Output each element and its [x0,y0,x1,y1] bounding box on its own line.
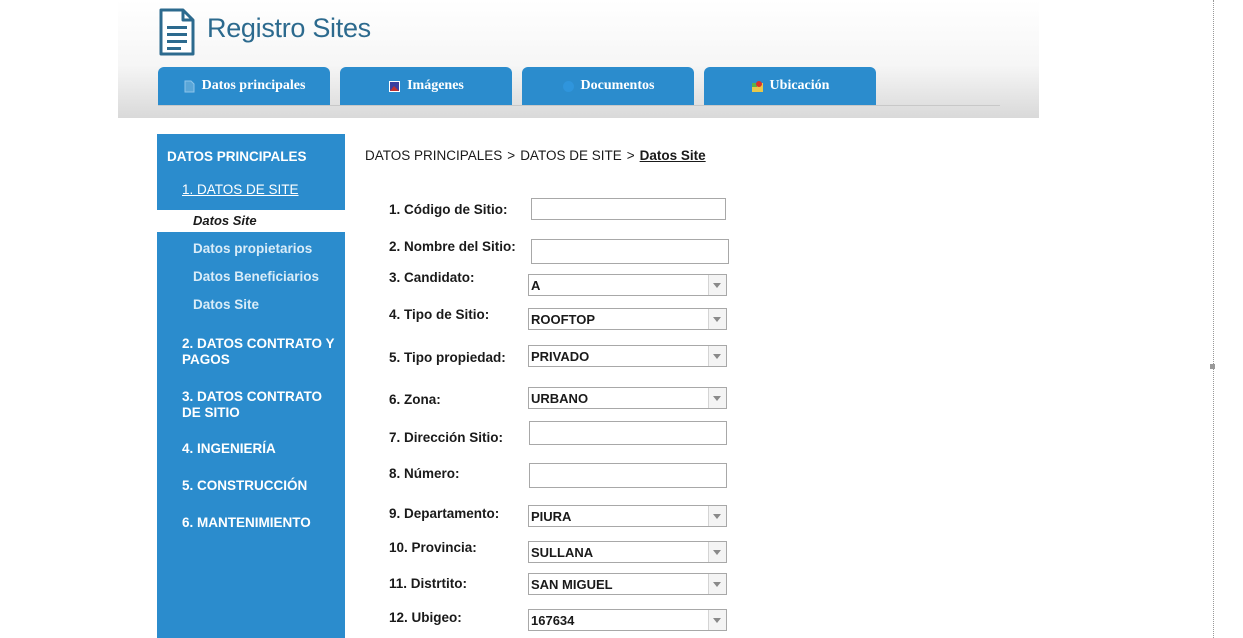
folder-icon [562,80,574,92]
select-value: 167634 [531,613,575,628]
sidebar-section-contrato-sitio[interactable]: 3. DATOS CONTRATO DE SITIO [182,389,337,421]
sidebar-section-datos-de-site[interactable]: 1. DATOS DE SITE [182,182,299,197]
tab-label: Imágenes [407,78,464,93]
select-value: URBANO [531,391,589,406]
tab-imagenes[interactable]: Imágenes [340,67,512,105]
sidebar-section-contrato-pagos[interactable]: 2. DATOS CONTRATO Y PAGOS [182,336,337,368]
image-icon [389,80,401,92]
chevron-down-icon [708,574,726,594]
tab-label: Documentos [580,78,655,93]
breadcrumb-separator: > [626,148,635,163]
chevron-down-icon [708,388,726,408]
breadcrumb-item[interactable]: DATOS DE SITE [520,148,622,163]
select-distrito[interactable]: SAN MIGUEL [528,573,727,595]
sidebar-item-datos-propietarios[interactable]: Datos propietarios [193,241,312,256]
chevron-down-icon [708,610,726,630]
select-tipo-propiedad[interactable]: PRIVADO [528,345,727,367]
select-value: A [531,278,541,293]
sidebar-section-ingenieria[interactable]: 4. INGENIERÍA [182,441,337,457]
select-candidato[interactable]: A [528,274,727,296]
page-edge-guide [1213,0,1214,638]
input-codigo-sitio[interactable] [531,198,726,220]
chevron-down-icon [708,275,726,295]
resize-handle[interactable] [1210,364,1215,369]
select-value: SULLANA [531,545,594,560]
select-provincia[interactable]: SULLANA [528,541,727,563]
tab-underline [158,105,1000,106]
sidebar-section-mantenimiento[interactable]: 6. MANTENIMIENTO [182,515,337,531]
select-ubigeo[interactable]: 167634 [528,609,727,631]
breadcrumb: DATOS PRINCIPALES > DATOS DE SITE > Datos Si… [365,148,706,163]
sidebar-item-datos-beneficiarios[interactable]: Datos Beneficiarios [193,269,319,284]
select-value: SAN MIGUEL [531,577,613,592]
sidebar-item-datos-site[interactable]: Datos Site [193,297,259,312]
sidebar-item-active-label: Datos Site [193,213,257,228]
label-candidato: 3. Candidato: [389,270,475,285]
sidebar-section-construccion[interactable]: 5. CONSTRUCCIÓN [182,478,337,494]
chevron-down-icon [708,542,726,562]
label-nombre-sitio: 2. Nombre del Sitio: [389,239,516,254]
select-value: PIURA [531,509,572,524]
label-zona: 6. Zona: [389,392,441,407]
label-ubigeo: 12. Ubigeo: [389,610,462,625]
tab-datos-principales[interactable]: Datos principales [158,67,330,105]
tab-documentos[interactable]: Documentos [522,67,694,105]
label-tipo-sitio: 4. Tipo de Sitio: [389,307,490,322]
label-tipo-propiedad: 5. Tipo propiedad: [389,350,506,365]
app-title: Registro Sites [207,13,371,43]
document-logo-icon [159,8,195,56]
label-provincia: 10. Provincia: [389,540,477,555]
document-icon [184,80,195,92]
breadcrumb-item[interactable]: DATOS PRINCIPALES [365,148,502,163]
input-direccion-sitio[interactable] [529,421,727,445]
chevron-down-icon [708,309,726,329]
label-distrito: 11. Distrtito: [389,576,468,591]
select-tipo-sitio[interactable]: ROOFTOP [528,308,727,330]
tab-ubicacion[interactable]: Ubicación [704,67,876,105]
sidebar-item-active[interactable]: Datos Site [157,210,345,232]
label-direccion-sitio: 7. Dirección Sitio: [389,430,504,445]
tab-label: Datos principales [201,78,306,93]
breadcrumb-separator: > [507,148,516,163]
chevron-down-icon [708,506,726,526]
sidebar: DATOS PRINCIPALES 1. DATOS DE SITE Datos… [157,134,345,638]
tab-label: Ubicación [769,78,830,93]
label-codigo-sitio: 1. Código de Sitio: [389,202,508,217]
input-nombre-sitio[interactable] [531,239,729,264]
input-numero[interactable] [529,463,727,488]
map-icon [751,80,763,92]
select-value: ROOFTOP [531,312,596,327]
chevron-down-icon [708,346,726,366]
select-value: PRIVADO [531,349,590,364]
select-zona[interactable]: URBANO [528,387,727,409]
breadcrumb-current[interactable]: Datos Site [640,148,706,163]
label-numero: 8. Número: [389,466,460,481]
select-departamento[interactable]: PIURA [528,505,727,527]
label-departamento: 9. Departamento: [389,506,500,521]
sidebar-heading: DATOS PRINCIPALES [167,149,307,164]
